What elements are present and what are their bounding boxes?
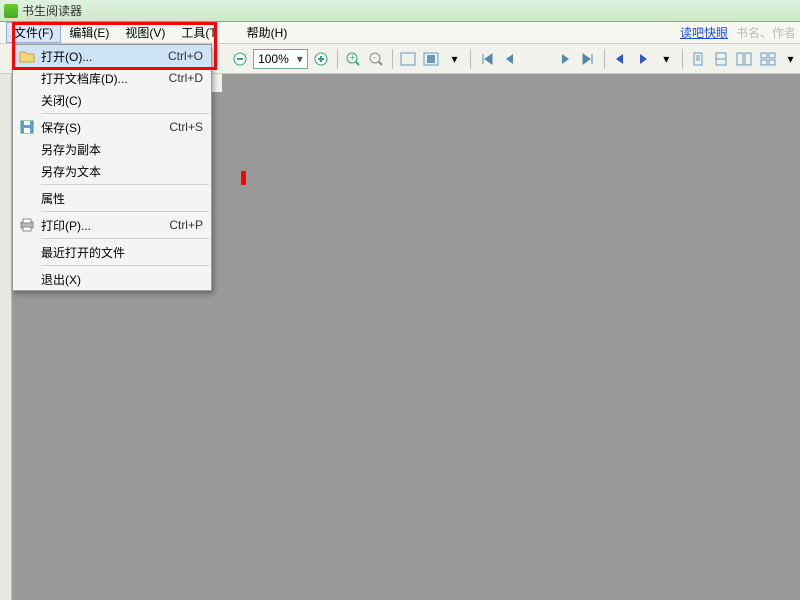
- zoom-out-icon[interactable]: [230, 49, 249, 69]
- menu-item[interactable]: 关闭(C): [13, 89, 211, 111]
- menu-item-label: 打印(P)...: [41, 217, 169, 234]
- menu-item[interactable]: 打开文档库(D)...Ctrl+D: [13, 67, 211, 89]
- fit-page-icon[interactable]: [422, 49, 441, 69]
- menu-item[interactable]: 另存为副本: [13, 138, 211, 160]
- menu-item-label: 打开文档库(D)...: [41, 70, 169, 87]
- app-logo: [4, 4, 18, 18]
- last-page-icon[interactable]: [579, 49, 598, 69]
- annotation-marker: [241, 171, 246, 185]
- menu-item[interactable]: 打印(P)...Ctrl+P: [13, 214, 211, 236]
- grid-view-icon[interactable]: [758, 49, 777, 69]
- menu-item[interactable]: 属性: [13, 187, 211, 209]
- menu-help[interactable]: 帮助(H): [239, 22, 296, 43]
- menu-item-shortcut: Ctrl+P: [169, 218, 203, 232]
- svg-text:-: -: [373, 53, 376, 62]
- magnify-minus-icon[interactable]: -: [367, 49, 386, 69]
- save-icon: [13, 120, 41, 134]
- menu-item-label: 关闭(C): [41, 92, 203, 109]
- print-icon: [13, 218, 41, 232]
- folder-icon: [13, 49, 41, 63]
- menu-item-label: 另存为文本: [41, 163, 203, 180]
- side-gutter: [0, 74, 12, 600]
- app-title: 书生阅读器: [22, 2, 82, 19]
- menu-item[interactable]: 另存为文本: [13, 160, 211, 182]
- nav-forward-icon[interactable]: [634, 49, 653, 69]
- title-bar: 书生阅读器: [0, 0, 800, 22]
- nav-back-icon[interactable]: [611, 49, 630, 69]
- chevron-down-icon[interactable]: ▾: [293, 52, 307, 66]
- menu-item-label: 打开(O)...: [41, 48, 168, 65]
- chevron-down-icon[interactable]: ▾: [445, 49, 464, 69]
- menu-item[interactable]: 退出(X): [13, 268, 211, 290]
- menu-item[interactable]: 打开(O)...Ctrl+O: [13, 45, 211, 67]
- menu-edit[interactable]: 编辑(E): [61, 22, 117, 43]
- magnify-plus-icon[interactable]: +: [344, 49, 363, 69]
- prev-page-icon[interactable]: [500, 49, 519, 69]
- next-page-icon[interactable]: [556, 49, 575, 69]
- continuous-icon[interactable]: [712, 49, 731, 69]
- menu-item[interactable]: 最近打开的文件: [13, 241, 211, 263]
- menu-item-shortcut: Ctrl+S: [169, 120, 203, 134]
- menu-bar: 文件(F) 编辑(E) 视图(V) 工具(T 帮助(H) 读吧快眼 书名、作者、: [0, 22, 800, 44]
- menu-tool[interactable]: 工具(T: [173, 22, 224, 43]
- chevron-down-icon[interactable]: ▾: [781, 49, 800, 69]
- svg-text:+: +: [350, 53, 355, 62]
- facing-icon[interactable]: [735, 49, 754, 69]
- menu-item-shortcut: Ctrl+D: [169, 71, 203, 85]
- menu-item-shortcut: Ctrl+O: [168, 49, 203, 63]
- single-page-icon[interactable]: [689, 49, 708, 69]
- menu-view[interactable]: 视图(V): [117, 22, 173, 43]
- menu-item-label: 最近打开的文件: [41, 244, 203, 261]
- menu-item-label: 另存为副本: [41, 141, 203, 158]
- menu-item[interactable]: 保存(S)Ctrl+S: [13, 116, 211, 138]
- zoom-in-icon[interactable]: [312, 49, 331, 69]
- chevron-down-icon[interactable]: ▾: [657, 49, 676, 69]
- zoom-level[interactable]: 100%▾: [253, 49, 308, 69]
- menu-file[interactable]: 文件(F): [6, 22, 61, 43]
- menu-item-label: 属性: [41, 190, 203, 207]
- quick-link[interactable]: 读吧快眼: [680, 24, 728, 41]
- first-page-icon[interactable]: [477, 49, 496, 69]
- menu-item-label: 退出(X): [41, 271, 203, 288]
- search-box[interactable]: 书名、作者、: [736, 24, 794, 41]
- file-menu-dropdown: 打开(O)...Ctrl+O打开文档库(D)...Ctrl+D关闭(C)保存(S…: [12, 44, 212, 291]
- menu-item-label: 保存(S): [41, 119, 169, 136]
- fit-width-icon[interactable]: [399, 49, 418, 69]
